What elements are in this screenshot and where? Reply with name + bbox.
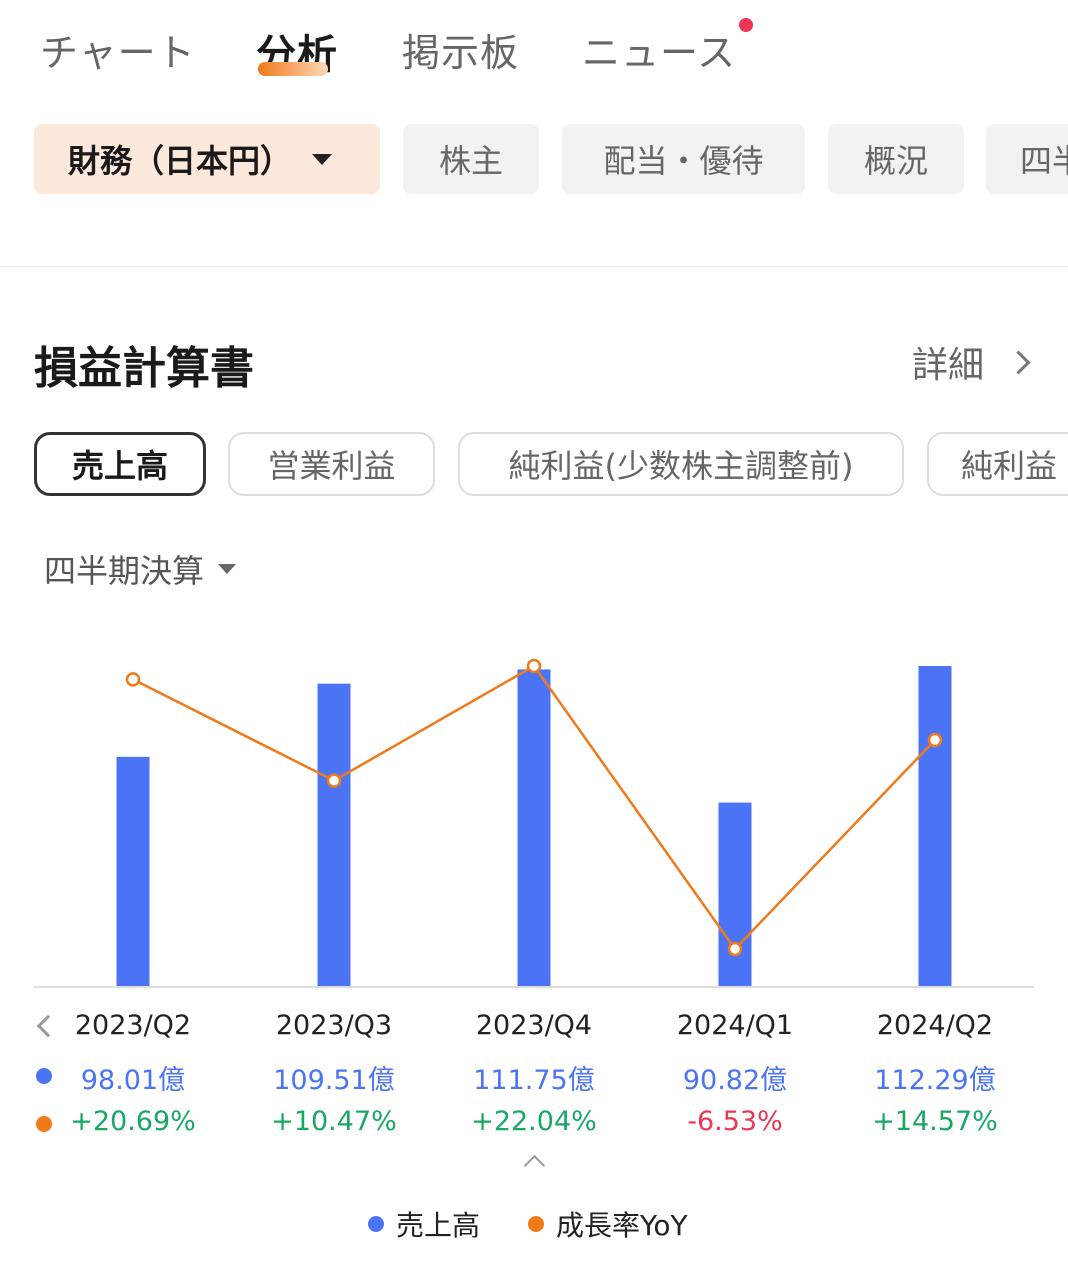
revenue-value-label: 109.51億 (273, 1065, 395, 1096)
growth-point (927, 732, 943, 748)
tab-chart[interactable]: チャート (40, 22, 196, 77)
period-select-label: 四半期決算 (44, 552, 205, 590)
revenue-value-label: 98.01億 (80, 1065, 186, 1096)
active-tab-indicator (258, 62, 328, 76)
legend-growth: 成長率YoY (528, 1204, 688, 1244)
x-label: 2023/Q4 (475, 1010, 593, 1041)
legend-growth-label: 成長率YoY (556, 1209, 688, 1242)
growth-value-label: -6.53% (687, 1106, 783, 1137)
x-label: 2024/Q2 (876, 1010, 994, 1041)
chip-quarterly[interactable]: 四半 (986, 124, 1068, 194)
revenue-value-label: 90.82億 (682, 1065, 788, 1096)
growth-value-label: +20.69% (70, 1106, 196, 1137)
growth-point (526, 658, 542, 674)
chip-financials-label: 財務（日本円） (68, 142, 293, 180)
period-select[interactable]: 四半期決算 (44, 546, 237, 592)
growth-value-label: +10.47% (271, 1106, 397, 1137)
detail-label: 詳細 (912, 345, 985, 386)
legend-growth-dot (528, 1216, 544, 1232)
caret-down-icon (312, 153, 333, 165)
legend-revenue-dot (368, 1216, 384, 1232)
chevron-right-icon (1006, 349, 1031, 375)
chevron-up-icon[interactable] (523, 1154, 546, 1177)
news-notification-dot (739, 18, 753, 32)
tab-board[interactable]: 掲示板 (402, 22, 519, 77)
revenue-bar (918, 666, 952, 986)
caret-down-icon (218, 564, 237, 574)
revenue-value-label: 112.29億 (874, 1065, 996, 1096)
tab-news[interactable]: ニュース (582, 22, 736, 77)
revenue-bar (317, 683, 351, 986)
section-divider (0, 266, 1068, 267)
section-title: 損益計算書 (34, 343, 254, 394)
growth-point (125, 672, 141, 687)
revenue-bar (116, 756, 150, 986)
legend-revenue-label: 売上高 (396, 1209, 481, 1242)
pill-net-income[interactable]: 純利益 (927, 432, 1068, 496)
revenue-bar (517, 669, 551, 986)
revenue-bar (718, 802, 752, 986)
x-label: 2023/Q3 (275, 1010, 393, 1041)
chip-dividends[interactable]: 配当・優待 (562, 124, 805, 194)
revenue-value-label: 111.75億 (473, 1065, 595, 1096)
x-label: 2023/Q2 (74, 1010, 192, 1041)
pill-operating-income[interactable]: 営業利益 (228, 432, 435, 496)
growth-value-label: +14.57% (872, 1106, 998, 1137)
chip-financials[interactable]: 財務（日本円） (34, 124, 380, 194)
chip-shareholders[interactable]: 株主 (403, 124, 539, 194)
pill-net-income-pre-minority[interactable]: 純利益(少数株主調整前) (458, 432, 904, 496)
revenue-chart (34, 658, 1034, 988)
detail-link[interactable]: 詳細 (912, 336, 1031, 388)
growth-value-label: +22.04% (471, 1106, 597, 1137)
legend-revenue: 売上高 (368, 1204, 480, 1244)
pill-revenue[interactable]: 売上高 (34, 432, 206, 496)
chip-overview[interactable]: 概況 (828, 124, 964, 194)
growth-point (727, 941, 743, 957)
growth-point (326, 773, 342, 788)
x-label: 2024/Q1 (676, 1010, 794, 1041)
